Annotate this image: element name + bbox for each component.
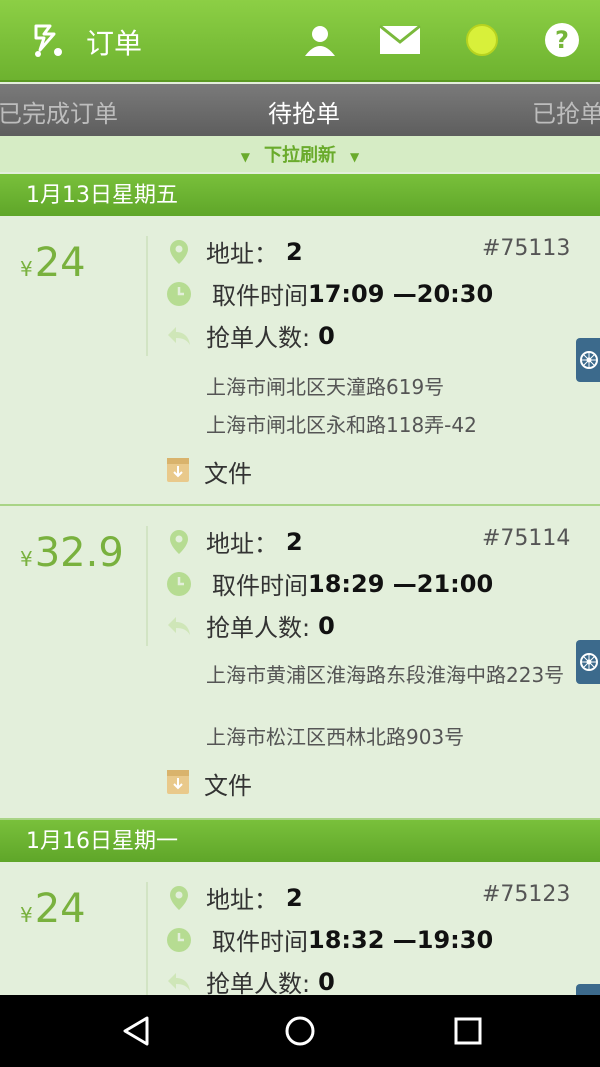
pickup-address: 上海市黄浦区淮海路东段淮海中路223号 xyxy=(206,663,565,687)
delivery-address: 上海市闸北区永和路118弄-42 xyxy=(206,413,477,437)
user-icon[interactable] xyxy=(296,16,344,64)
pickup-time-row: 取件时间 18:29 —21:00 xyxy=(166,566,493,601)
pickup-time-row: 取件时间 17:09 —20:30 xyxy=(166,276,493,311)
address-row: 地址： 2 xyxy=(166,524,303,559)
file-row: 文件 xyxy=(166,454,252,489)
tab-pending-grab[interactable]: 待抢单 xyxy=(268,94,340,129)
tab-completed-orders[interactable]: 已完成订单 xyxy=(0,94,118,129)
system-nav-bar xyxy=(0,995,600,1067)
file-box-icon xyxy=(166,457,190,487)
location-pin-icon xyxy=(166,529,192,555)
reply-arrow-icon xyxy=(166,323,192,349)
tab-grabbed[interactable]: 已抢单 xyxy=(532,94,600,129)
grab-count-row: 抢单人数: 0 xyxy=(166,608,335,643)
svg-text:?: ? xyxy=(555,26,569,54)
delivery-address: 上海市松江区西林北路903号 xyxy=(206,725,465,749)
arrow-down-icon: ▼ xyxy=(240,150,250,164)
date-header: 1月16日星期一 xyxy=(0,820,600,862)
recents-icon[interactable] xyxy=(446,1009,490,1053)
order-price: ¥24 xyxy=(20,886,86,932)
order-card[interactable]: ¥32.9 地址： 2 #75114 取件时间 18:29 —21:00 抢单人… xyxy=(0,506,600,820)
divider xyxy=(146,882,148,1002)
grab-count-row: 抢单人数: 0 xyxy=(166,964,335,999)
page-title: 订单 xyxy=(86,27,143,60)
order-card[interactable]: ¥24 地址： 2 #75123 取件时间 18:32 —19:30 抢单人数:… xyxy=(0,862,600,1002)
app-bar: 订单 ? xyxy=(0,0,600,82)
mail-icon[interactable] xyxy=(376,16,424,64)
reply-arrow-icon xyxy=(166,969,192,995)
wheel-icon[interactable] xyxy=(576,338,600,382)
status-dot-icon[interactable] xyxy=(458,16,506,64)
order-tabs: 已完成订单 待抢单 已抢单 xyxy=(0,84,600,136)
pull-to-refresh[interactable]: ▼ 下拉刷新 ▼ xyxy=(0,136,600,172)
file-box-icon xyxy=(166,769,190,799)
location-pin-icon xyxy=(166,885,192,911)
grab-count-row: 抢单人数: 0 xyxy=(166,318,335,353)
home-icon[interactable] xyxy=(278,1009,322,1053)
back-icon[interactable] xyxy=(114,1009,158,1053)
address-row: 地址： 2 xyxy=(166,234,303,269)
reply-arrow-icon xyxy=(166,613,192,639)
order-price: ¥24 xyxy=(20,240,86,286)
arrow-down-icon: ▼ xyxy=(350,150,360,164)
clock-icon xyxy=(166,281,192,307)
order-number: #75114 xyxy=(482,526,571,551)
pickup-address: 上海市闸北区天潼路619号 xyxy=(206,375,445,399)
pickup-time-row: 取件时间 18:32 —19:30 xyxy=(166,922,493,957)
date-header: 1月13日星期五 xyxy=(0,174,600,216)
file-row: 文件 xyxy=(166,766,252,801)
order-card[interactable]: ¥24 地址： 2 #75113 取件时间 17:09 —20:30 抢单人数:… xyxy=(0,216,600,506)
order-number: #75123 xyxy=(482,882,571,907)
address-row: 地址： 2 xyxy=(166,880,303,915)
clock-icon xyxy=(166,927,192,953)
help-icon[interactable]: ? xyxy=(538,16,586,64)
divider xyxy=(146,526,148,646)
location-pin-icon xyxy=(166,239,192,265)
wheel-icon[interactable] xyxy=(576,640,600,684)
order-price: ¥32.9 xyxy=(20,530,124,576)
clock-icon xyxy=(166,571,192,597)
logo-icon xyxy=(28,20,68,60)
refresh-label: 下拉刷新 xyxy=(264,145,336,166)
order-number: #75113 xyxy=(482,236,571,261)
divider xyxy=(146,236,148,356)
